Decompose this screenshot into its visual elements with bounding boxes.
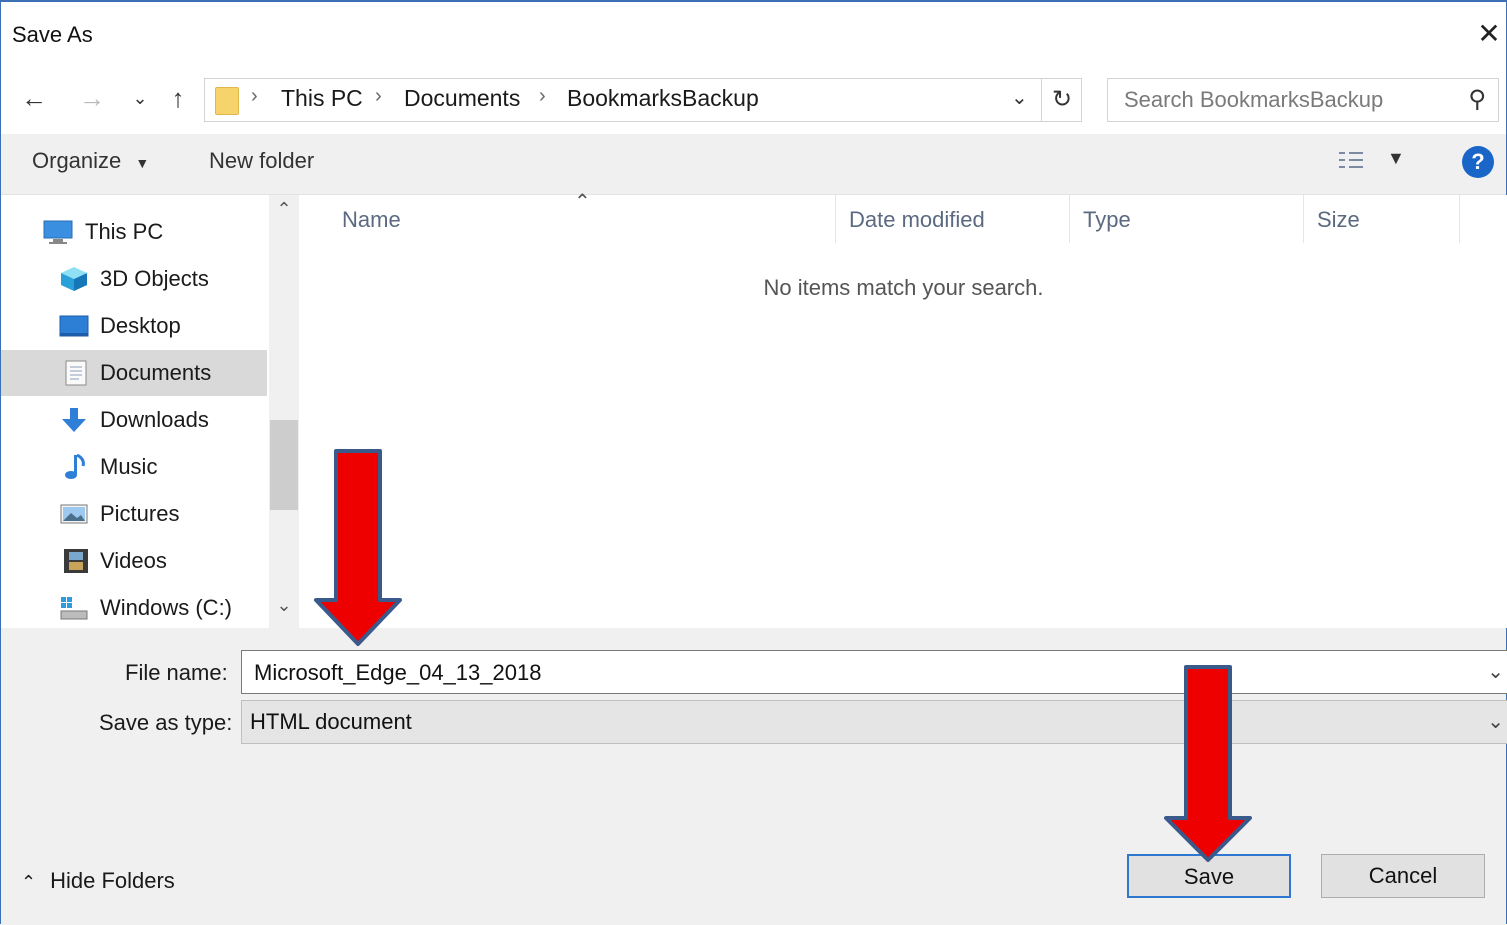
- sidebar-item-videos[interactable]: Videos: [1, 538, 267, 584]
- sidebar-item-label: Documents: [100, 360, 212, 385]
- scrollbar-thumb[interactable]: [270, 420, 298, 510]
- recent-locations-chevron-icon[interactable]: ⌄: [123, 80, 157, 116]
- sidebar-item-documents[interactable]: Documents: [1, 350, 267, 396]
- hide-folders-label: Hide Folders: [50, 868, 175, 893]
- save-as-type-label: Save as type:: [99, 710, 233, 735]
- save-as-type-select[interactable]: HTML document ⌄: [241, 700, 1507, 744]
- search-icon[interactable]: ⚲: [1468, 85, 1486, 114]
- sidebar-item-music[interactable]: Music: [1, 444, 267, 490]
- navigation-pane: This PC 3D Objects Desktop Documents Dow…: [1, 195, 269, 628]
- folder-icon: [215, 87, 239, 115]
- search-box[interactable]: ⚲: [1107, 78, 1499, 122]
- sort-ascending-icon: ⌃: [574, 191, 591, 213]
- window-title: Save As: [12, 22, 93, 47]
- breadcrumb-bookmarksbackup[interactable]: BookmarksBackup: [567, 85, 759, 112]
- file-name-combobox[interactable]: ⌄: [241, 650, 1507, 694]
- desktop-icon: [59, 315, 89, 337]
- file-name-input[interactable]: [252, 657, 1456, 689]
- sidebar-item-label: Videos: [100, 548, 167, 573]
- back-arrow-icon[interactable]: ←: [17, 80, 51, 116]
- hide-folders-button[interactable]: ⌃ Hide Folders: [21, 868, 175, 894]
- save-as-type-value: HTML document: [250, 709, 412, 734]
- search-input[interactable]: [1122, 85, 1446, 115]
- column-header-date-modified[interactable]: Date modified: [849, 207, 985, 233]
- sidebar-item-label: Music: [100, 454, 158, 479]
- chevron-down-icon[interactable]: ⌄: [1487, 659, 1504, 684]
- sidebar-item-downloads[interactable]: Downloads: [1, 397, 267, 443]
- new-folder-button[interactable]: New folder: [209, 148, 314, 174]
- empty-message: No items match your search.: [763, 275, 1044, 300]
- music-note-icon: [65, 454, 85, 479]
- view-options-icon[interactable]: [1339, 150, 1373, 176]
- chevron-right-icon[interactable]: ›: [375, 85, 382, 108]
- cube-icon: [61, 267, 87, 291]
- column-divider: [835, 195, 836, 243]
- sidebar-item-3d-objects[interactable]: 3D Objects: [1, 256, 267, 302]
- scroll-up-icon[interactable]: ⌃: [269, 199, 299, 220]
- sidebar-item-this-pc[interactable]: This PC: [1, 209, 267, 255]
- chevron-up-icon: ⌃: [21, 872, 37, 892]
- sidebar-item-label: Windows (C:): [100, 595, 233, 620]
- organize-button[interactable]: Organize ▼: [32, 148, 149, 174]
- column-header-type[interactable]: Type: [1083, 207, 1131, 233]
- navigation-pane-scrollbar[interactable]: ⌃ ⌄: [269, 195, 299, 628]
- close-icon[interactable]: ✕: [1472, 12, 1506, 56]
- command-bar: Organize ▼ New folder ▼: [1, 134, 1506, 195]
- computer-icon: [43, 220, 73, 244]
- sidebar-item-label: 3D Objects: [100, 266, 209, 291]
- address-dropdown-icon[interactable]: ⌄: [1011, 85, 1028, 110]
- sidebar-item-desktop[interactable]: Desktop: [1, 303, 267, 349]
- address-bar[interactable]: › This PC › Documents › BookmarksBackup …: [204, 78, 1082, 122]
- breadcrumb-this-pc[interactable]: This PC: [281, 85, 363, 112]
- sidebar-item-windows-c[interactable]: Windows (C:): [1, 585, 267, 628]
- save-as-dialog: Save As ✕ ← → ⌄ ↑ › This PC › Documents …: [0, 0, 1507, 925]
- column-divider: [1303, 195, 1304, 243]
- chevron-right-icon[interactable]: ›: [539, 85, 546, 108]
- annotation-arrow-file-name: [314, 449, 402, 646]
- scroll-down-icon[interactable]: ⌄: [269, 595, 299, 616]
- sidebar-item-pictures[interactable]: Pictures: [1, 491, 267, 537]
- breadcrumb-documents[interactable]: Documents: [404, 85, 520, 112]
- column-header-name[interactable]: Name: [342, 207, 401, 233]
- help-icon[interactable]: ?: [1462, 146, 1494, 178]
- cancel-button[interactable]: Cancel: [1321, 854, 1485, 898]
- document-icon: [65, 360, 87, 386]
- column-divider: [1459, 195, 1460, 243]
- sidebar-item-label: Desktop: [100, 313, 181, 338]
- picture-icon: [60, 504, 88, 524]
- chevron-right-icon[interactable]: ›: [251, 85, 258, 108]
- view-dropdown-caret-icon[interactable]: ▼: [1387, 148, 1405, 169]
- navigation-bar: ← → ⌄ ↑ › This PC › Documents › Bookmark…: [1, 72, 1506, 128]
- file-list: ⌃ Name Date modified Type Size No items …: [299, 191, 1507, 628]
- up-arrow-icon[interactable]: ↑: [161, 80, 195, 116]
- refresh-icon[interactable]: ↻: [1041, 79, 1082, 121]
- dropdown-caret-icon: ▼: [135, 155, 150, 171]
- title-bar: Save As ✕: [1, 2, 1506, 66]
- column-divider: [1069, 195, 1070, 243]
- save-options-panel: File name: ⌄ Save as type: HTML document…: [1, 628, 1507, 925]
- sidebar-item-label: Pictures: [100, 501, 180, 526]
- file-name-label: File name:: [125, 660, 228, 685]
- forward-arrow-icon[interactable]: →: [75, 80, 109, 116]
- sidebar-item-label: Downloads: [100, 407, 209, 432]
- annotation-arrow-save-button: [1164, 665, 1252, 862]
- sidebar-item-label: This PC: [85, 219, 164, 244]
- organize-label: Organize: [32, 148, 122, 173]
- column-header-size[interactable]: Size: [1317, 207, 1360, 233]
- drive-icon: [60, 597, 88, 620]
- film-icon: [64, 549, 88, 573]
- download-arrow-icon: [62, 408, 86, 432]
- chevron-down-icon[interactable]: ⌄: [1487, 709, 1504, 734]
